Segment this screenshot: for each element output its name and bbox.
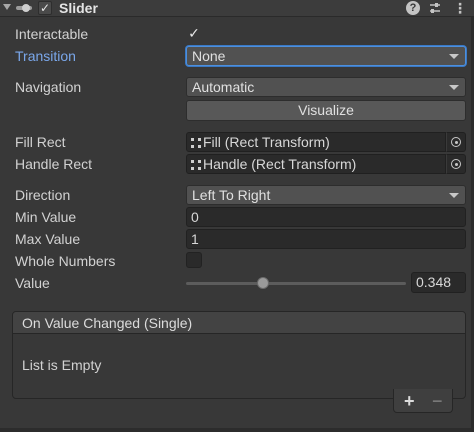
fill-rect-value: Fill (Rect Transform): [203, 134, 330, 150]
direction-dropdown[interactable]: Left To Right: [186, 185, 466, 205]
visualize-button[interactable]: Visualize: [186, 100, 466, 121]
chevron-down-icon: [449, 193, 459, 198]
on-value-changed-event: On Value Changed (Single) List is Empty: [12, 311, 466, 399]
context-menu-icon[interactable]: ⋮: [453, 0, 467, 16]
add-listener-button[interactable]: +: [404, 389, 415, 413]
transition-label: Transition: [15, 48, 76, 64]
max-value-field[interactable]: 1: [186, 229, 466, 249]
window-edge: [0, 428, 474, 432]
chevron-down-icon: [449, 54, 459, 59]
direction-label: Direction: [15, 187, 71, 203]
rect-transform-icon: [191, 138, 201, 148]
whole-numbers-label: Whole Numbers: [15, 253, 116, 269]
min-value-field[interactable]: 0: [186, 207, 466, 227]
event-empty-text: List is Empty: [22, 357, 102, 373]
max-value-label: Max Value: [15, 231, 81, 247]
remove-listener-button[interactable]: −: [432, 389, 443, 413]
handle-rect-label: Handle Rect: [15, 156, 93, 172]
value-slider-thumb[interactable]: [256, 277, 269, 289]
component-enabled-checkbox[interactable]: ✓: [38, 1, 52, 15]
navigation-dropdown[interactable]: Automatic: [186, 77, 466, 97]
transition-dropdown[interactable]: None: [186, 46, 466, 66]
value-field[interactable]: 0.348: [411, 272, 466, 293]
transition-value: None: [192, 48, 226, 64]
event-list-footer: + −: [393, 389, 453, 413]
navigation-label: Navigation: [15, 79, 82, 95]
value-label: Value: [15, 275, 50, 291]
min-value-label: Min Value: [15, 209, 77, 225]
interactable-checkbox[interactable]: ✓: [186, 25, 202, 41]
navigation-value: Automatic: [192, 79, 255, 95]
slider-component-icon: [16, 4, 32, 12]
chevron-down-icon: [449, 85, 459, 90]
interactable-label: Interactable: [15, 26, 89, 42]
fill-rect-field[interactable]: Fill (Rect Transform): [186, 132, 446, 152]
whole-numbers-checkbox[interactable]: [186, 252, 202, 268]
presets-icon[interactable]: [428, 1, 442, 15]
help-icon[interactable]: ?: [406, 1, 420, 15]
component-header: ✓ Slider ? ⋮: [0, 0, 474, 17]
handle-rect-picker[interactable]: [446, 154, 466, 174]
component-title: Slider: [59, 0, 98, 16]
rect-transform-icon: [191, 160, 201, 170]
direction-value: Left To Right: [192, 187, 271, 203]
fill-rect-label: Fill Rect: [15, 134, 66, 150]
foldout-arrow-icon[interactable]: [3, 4, 11, 10]
event-title: On Value Changed (Single): [13, 312, 465, 334]
handle-rect-value: Handle (Rect Transform): [203, 156, 357, 172]
value-slider-track[interactable]: [186, 282, 406, 285]
fill-rect-picker[interactable]: [446, 132, 466, 152]
handle-rect-field[interactable]: Handle (Rect Transform): [186, 154, 446, 174]
